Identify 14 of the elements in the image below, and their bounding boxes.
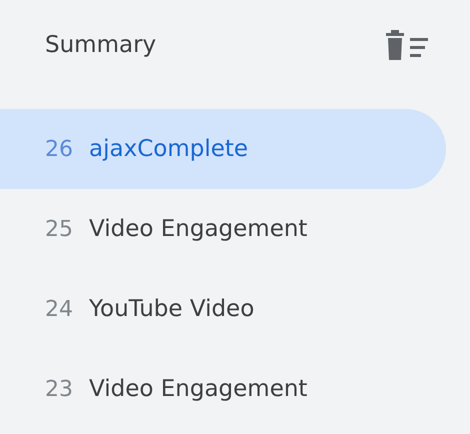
event-number: 26 <box>45 136 74 162</box>
event-number: 24 <box>45 296 74 322</box>
event-item[interactable]: 26 ajaxComplete <box>0 109 446 189</box>
event-item[interactable]: 25 Video Engagement <box>0 189 446 269</box>
event-number: 25 <box>45 216 74 242</box>
event-name: YouTube Video <box>89 296 254 322</box>
event-name: ajaxComplete <box>89 136 248 162</box>
summary-title: Summary <box>45 32 156 58</box>
event-number: 23 <box>45 376 74 402</box>
delete-list-icon[interactable] <box>386 28 428 62</box>
event-item[interactable]: 24 YouTube Video <box>0 269 446 349</box>
event-name: Video Engagement <box>89 376 308 402</box>
event-name: Video Engagement <box>89 216 308 242</box>
event-item[interactable]: 23 Video Engagement <box>0 349 446 429</box>
